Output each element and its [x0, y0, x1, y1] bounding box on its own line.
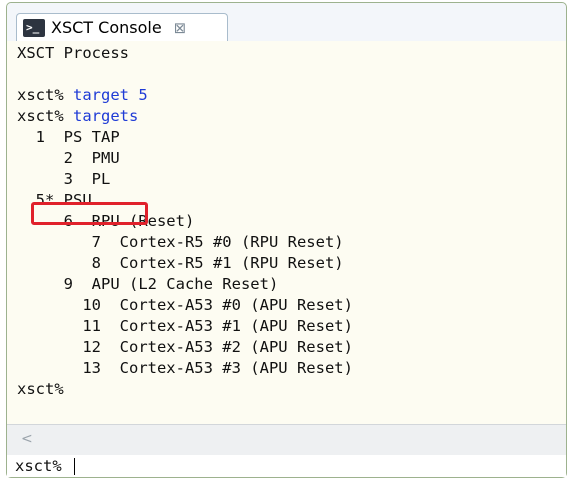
tab-strip: >_ XSCT Console ⊠: [7, 3, 566, 42]
target-line: 3 PL: [17, 170, 111, 188]
close-icon[interactable]: ⊠: [174, 19, 187, 37]
target-line: 13 Cortex-A53 #3 (APU Reset): [17, 359, 353, 377]
prompt: xsct%: [17, 107, 64, 125]
target-line: 1 PS TAP: [17, 128, 120, 146]
highlight-box: [31, 202, 148, 225]
output-prompt: xsct%: [17, 380, 64, 398]
target-line: 9 APU (L2 Cache Reset): [17, 275, 279, 293]
text-caret: [74, 458, 75, 475]
tab-title: XSCT Console: [51, 18, 162, 37]
process-label: XSCT Process: [17, 44, 129, 62]
command: target 5: [63, 86, 148, 104]
output-line: xsct% targets: [17, 106, 138, 127]
target-line: 12 Cortex-A53 #2 (APU Reset): [17, 338, 353, 356]
prompt: xsct%: [17, 86, 64, 104]
scroll-left-icon[interactable]: <: [21, 431, 33, 447]
input-prompt: xsct%: [15, 457, 62, 475]
console-input[interactable]: xsct%: [7, 455, 566, 477]
console-view: >_ XSCT Console ⊠ XSCT Process xsct% tar…: [6, 2, 567, 478]
command: targets: [63, 107, 139, 125]
horizontal-scrollbar[interactable]: <: [7, 424, 566, 456]
target-line: 8 Cortex-R5 #1 (RPU Reset): [17, 254, 344, 272]
output-line: xsct% target 5: [17, 85, 148, 106]
target-line: 7 Cortex-R5 #0 (RPU Reset): [17, 233, 344, 251]
tab-xsct-console[interactable]: >_ XSCT Console ⊠: [16, 13, 228, 41]
console-output[interactable]: XSCT Process xsct% target 5 xsct% target…: [7, 41, 566, 424]
target-line: 11 Cortex-A53 #1 (APU Reset): [17, 317, 353, 335]
console-icon: >_: [23, 18, 45, 37]
target-line: 2 PMU: [17, 149, 120, 167]
target-line: 10 Cortex-A53 #0 (APU Reset): [17, 296, 353, 314]
